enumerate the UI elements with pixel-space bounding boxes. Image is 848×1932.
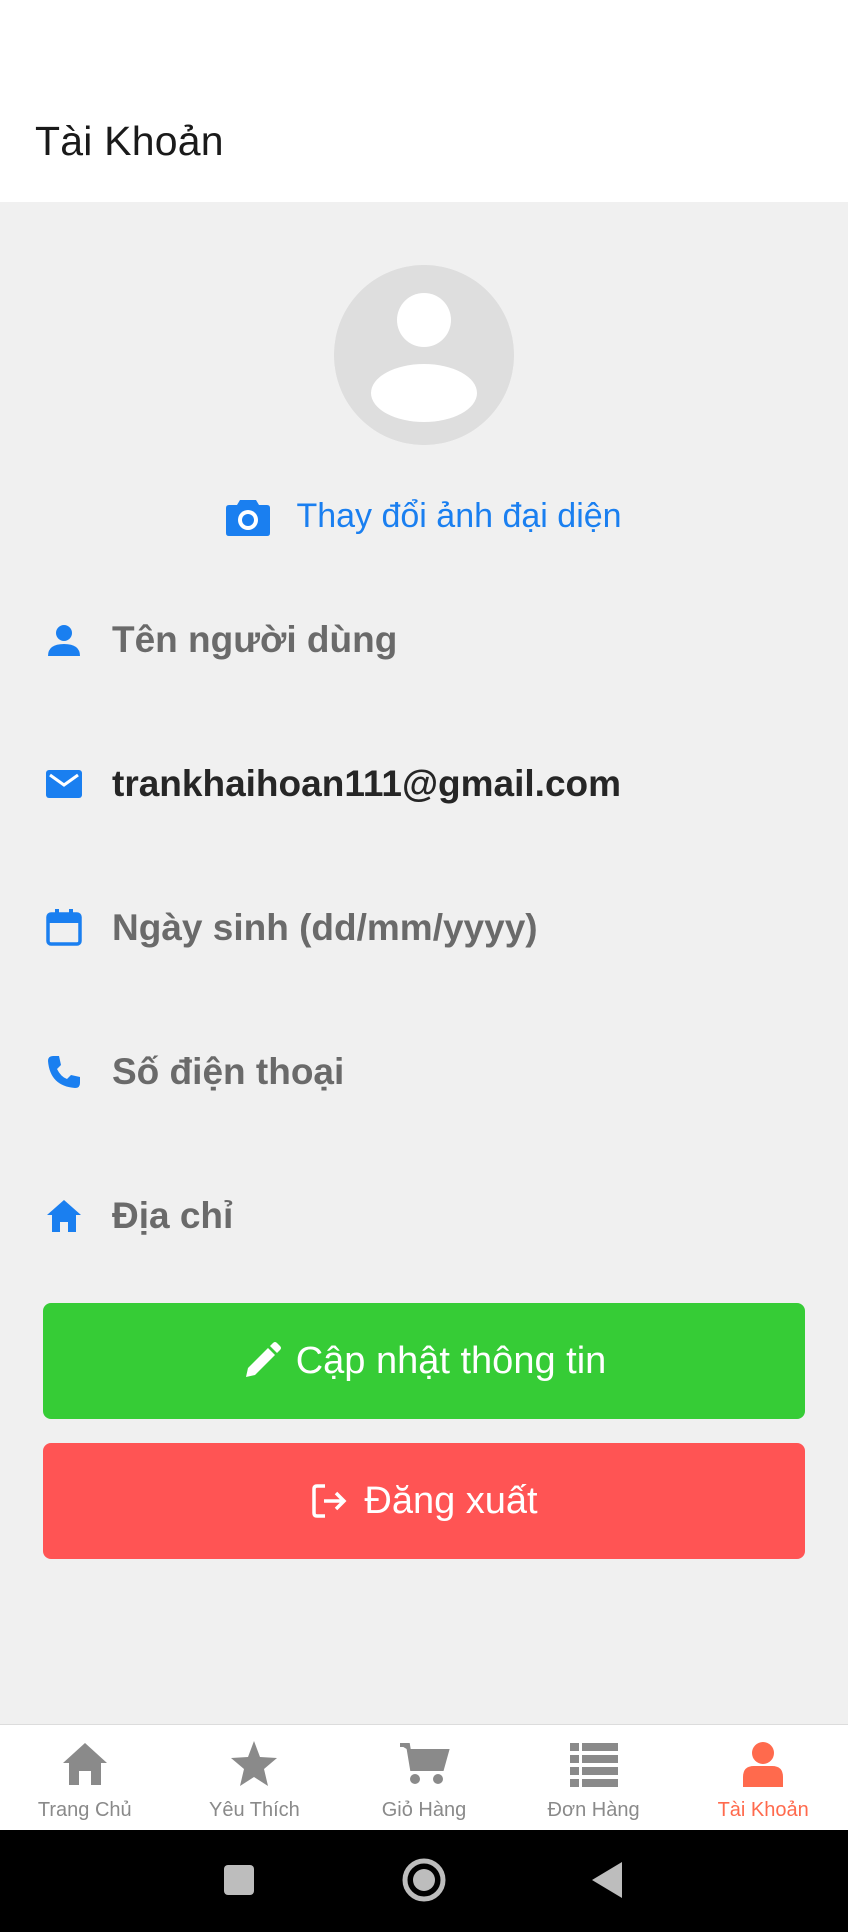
tab-cart[interactable]: Giỏ Hàng bbox=[339, 1725, 509, 1831]
change-avatar-label: Thay đổi ảnh đại diện bbox=[296, 496, 622, 535]
phone-text: Số điện thoại bbox=[112, 1051, 345, 1092]
logout-label: Đăng xuất bbox=[364, 1479, 538, 1522]
tab-label: Yêu Thích bbox=[208, 1799, 300, 1821]
address-text: Địa chỉ bbox=[112, 1195, 234, 1236]
system-navigation-bar bbox=[0, 1830, 848, 1932]
phone-field[interactable]: Số điện thoại bbox=[44, 1042, 804, 1102]
username-text: Tên người dùng bbox=[112, 619, 398, 660]
phone-icon bbox=[44, 1052, 84, 1092]
pencil-icon bbox=[245, 1342, 281, 1377]
square-icon bbox=[224, 1865, 254, 1895]
home-icon bbox=[44, 1196, 84, 1236]
camera-icon bbox=[226, 500, 271, 536]
circle-home-icon bbox=[402, 1858, 446, 1902]
list-icon bbox=[568, 1739, 620, 1789]
page-title: Tài Khoản bbox=[35, 118, 224, 164]
tab-label: Đơn Hàng bbox=[547, 1799, 640, 1821]
tab-favorites[interactable]: Yêu Thích bbox=[170, 1725, 340, 1831]
person-placeholder-icon bbox=[334, 265, 514, 445]
email-field[interactable]: trankhaihoan111@gmail.com bbox=[44, 754, 804, 814]
logout-icon bbox=[312, 1484, 347, 1518]
birthday-field[interactable]: Ngày sinh (dd/mm/yyyy) bbox=[44, 898, 804, 958]
tab-label: Tài Khoản bbox=[717, 1799, 809, 1821]
tab-home[interactable]: Trang Chủ bbox=[0, 1725, 170, 1831]
bottom-tab-bar: Trang Chủ Yêu Thích Giỏ Hàng Đơn Hàng Tà… bbox=[0, 1724, 848, 1831]
home-icon bbox=[59, 1739, 111, 1789]
tab-orders[interactable]: Đơn Hàng bbox=[509, 1725, 679, 1831]
calendar-icon bbox=[44, 908, 84, 948]
tab-label: Trang Chủ bbox=[37, 1799, 132, 1821]
back-triangle-icon bbox=[592, 1862, 622, 1898]
cart-icon bbox=[398, 1739, 450, 1789]
update-info-button[interactable]: Cập nhật thông tin bbox=[43, 1303, 805, 1419]
tab-label: Giỏ Hàng bbox=[381, 1799, 467, 1821]
star-icon bbox=[228, 1739, 280, 1789]
update-info-label: Cập nhật thông tin bbox=[295, 1339, 607, 1382]
username-field[interactable]: Tên người dùng bbox=[44, 610, 804, 670]
home-button[interactable] bbox=[394, 1850, 454, 1910]
app-header: Tài Khoản bbox=[0, 0, 848, 202]
email-text: trankhaihoan111@gmail.com bbox=[112, 763, 622, 804]
logout-button[interactable]: Đăng xuất bbox=[43, 1443, 805, 1559]
user-icon bbox=[737, 1739, 789, 1789]
address-field[interactable]: Địa chỉ bbox=[44, 1186, 804, 1246]
tab-account[interactable]: Tài Khoản bbox=[678, 1725, 848, 1831]
birthday-text: Ngày sinh (dd/mm/yyyy) bbox=[112, 907, 538, 948]
avatar[interactable] bbox=[334, 265, 514, 445]
change-avatar-button[interactable]: Thay đổi ảnh đại diện bbox=[0, 488, 848, 544]
recents-button[interactable] bbox=[209, 1850, 269, 1910]
back-button[interactable] bbox=[578, 1850, 638, 1910]
person-icon bbox=[44, 620, 84, 660]
mail-icon bbox=[44, 764, 84, 804]
